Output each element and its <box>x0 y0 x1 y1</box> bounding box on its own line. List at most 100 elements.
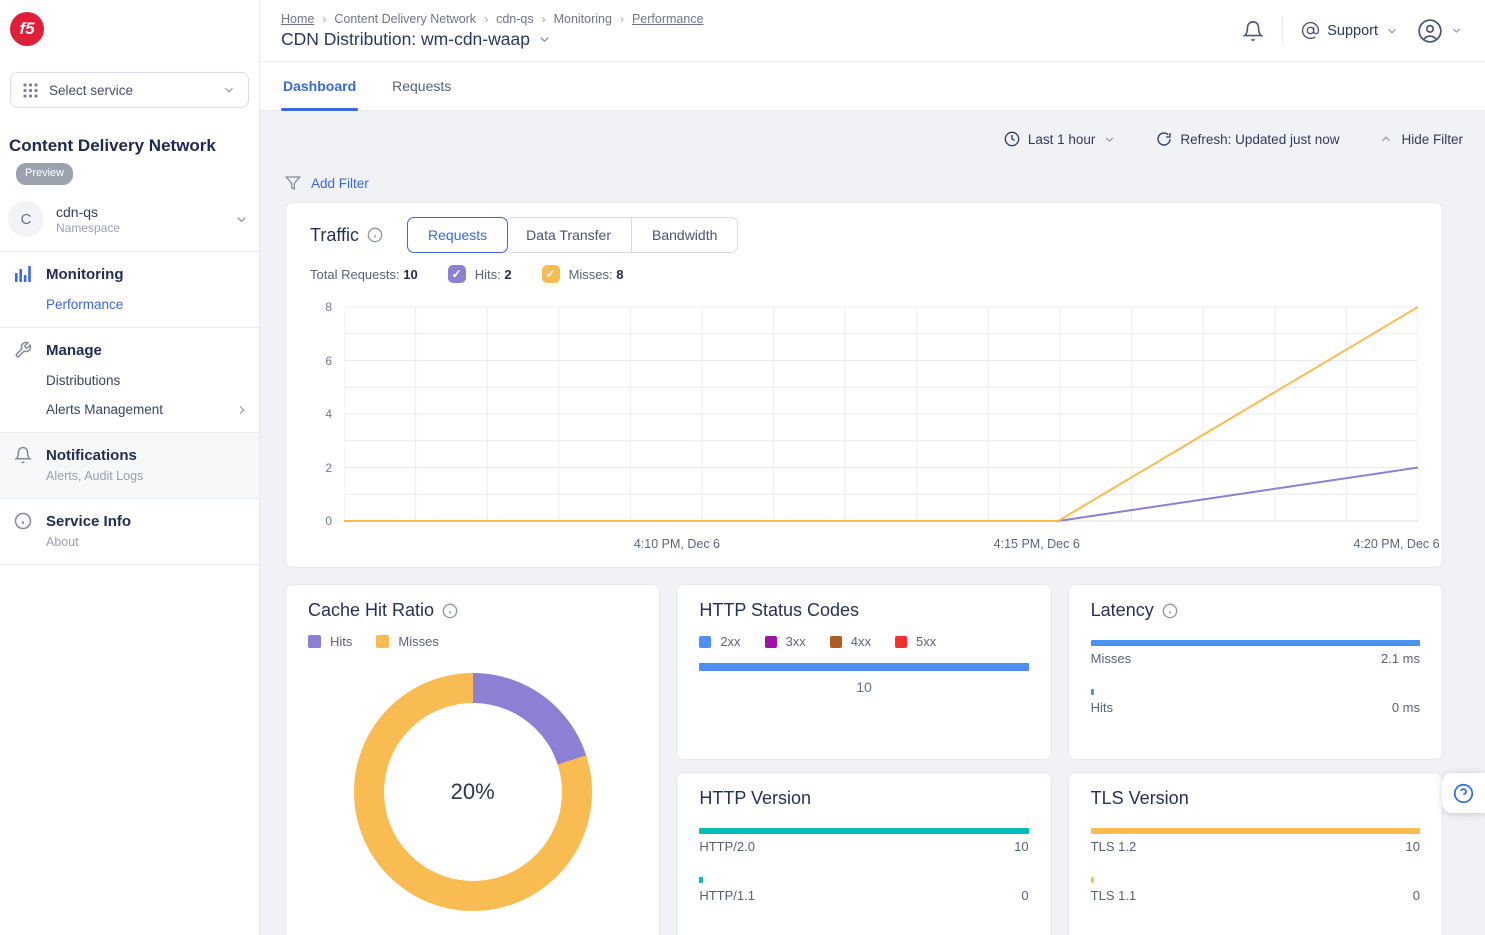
http11-row: HTTP/1.10 <box>699 877 1028 903</box>
3xx-swatch <box>765 636 777 648</box>
tab-dashboard[interactable]: Dashboard <box>281 62 358 110</box>
breadcrumb-performance[interactable]: Performance <box>632 12 704 26</box>
sidebar-item-notifications[interactable]: Notifications Alerts, Audit Logs <box>0 432 259 498</box>
latency-hits-value: 0 ms <box>1392 700 1420 715</box>
traffic-tab-data-transfer[interactable]: Data Transfer <box>506 218 631 252</box>
refresh-button[interactable]: Refresh: Updated just now <box>1156 131 1339 147</box>
total-requests-stat: Total Requests: 10 <box>310 267 418 282</box>
tls-version-card: TLS Version TLS 1.210 TLS 1.10 <box>1068 772 1443 935</box>
cards-area: Traffic Requests Data Transfer Bandwidth… <box>285 202 1443 935</box>
latency-card: Latency Misses2.1 ms Hits0 ms <box>1068 584 1443 760</box>
traffic-chart-x-axis: 4:10 PM, Dec 64:15 PM, Dec 64:20 PM, Dec… <box>344 531 1418 557</box>
refresh-icon <box>1156 131 1172 147</box>
http11-label: HTTP/1.1 <box>699 888 755 903</box>
breadcrumb-home[interactable]: Home <box>281 12 314 26</box>
bar-chart-icon <box>14 265 32 283</box>
tls12-bar <box>1091 828 1420 834</box>
breadcrumb-namespace[interactable]: cdn-qs <box>496 12 534 26</box>
service-selector[interactable]: Select service <box>10 72 249 108</box>
donut-center-label: 20% <box>451 779 495 805</box>
refresh-label: Refresh: Updated just now <box>1180 132 1339 147</box>
sidebar-item-distributions[interactable]: Distributions <box>0 373 259 388</box>
user-account-menu[interactable] <box>1417 18 1463 44</box>
help-button[interactable] <box>1442 773 1485 813</box>
hide-filter-button[interactable]: Hide Filter <box>1379 132 1463 147</box>
legend-3xx-label: 3xx <box>786 634 806 649</box>
http-version-card: HTTP Version HTTP/2.010 HTTP/1.10 <box>676 772 1051 935</box>
misses-toggle[interactable]: Misses: 8 <box>542 265 624 283</box>
traffic-line-chart: 02468 4:10 PM, Dec 64:15 PM, Dec 64:20 P… <box>310 305 1418 557</box>
chevron-up-icon <box>1379 132 1393 146</box>
traffic-tab-bandwidth[interactable]: Bandwidth <box>631 218 737 252</box>
manage-title: Manage <box>46 342 102 359</box>
misses-swatch <box>376 635 389 648</box>
hits-toggle[interactable]: Hits: 2 <box>448 265 512 283</box>
legend-hits[interactable]: Hits <box>308 634 352 649</box>
latency-misses-row: Misses2.1 ms <box>1091 640 1420 666</box>
tab-requests[interactable]: Requests <box>390 62 453 110</box>
notifications-title: Notifications <box>46 447 137 464</box>
time-range-selector[interactable]: Last 1 hour <box>1004 131 1117 147</box>
http2-label: HTTP/2.0 <box>699 839 755 854</box>
y-tick-label: 2 <box>325 461 332 475</box>
latency-hits-bar <box>1091 689 1094 695</box>
add-filter-button[interactable]: Add Filter <box>311 176 369 191</box>
status-codes-total: 10 <box>699 679 1028 695</box>
x-tick-label: 4:10 PM, Dec 6 <box>634 537 720 551</box>
info-icon[interactable] <box>442 603 458 619</box>
tls11-bar <box>1091 877 1094 883</box>
status-codes-bar <box>699 663 1028 671</box>
breadcrumb: Home› Content Delivery Network› cdn-qs› … <box>281 12 704 26</box>
tls11-value: 0 <box>1413 888 1420 903</box>
info-icon[interactable] <box>367 227 383 243</box>
y-tick-label: 0 <box>325 514 332 528</box>
4xx-swatch <box>830 636 842 648</box>
legend-2xx-label: 2xx <box>720 634 740 649</box>
y-tick-label: 4 <box>325 407 332 421</box>
bell-icon <box>14 446 32 464</box>
tls11-row: TLS 1.10 <box>1091 877 1420 903</box>
5xx-swatch <box>895 636 907 648</box>
cache-hit-ratio-donut: 20% <box>354 673 592 911</box>
metric-cards-grid: Cache Hit Ratio Hits Misses 20% <box>285 584 1443 935</box>
main-area: Home› Content Delivery Network› cdn-qs› … <box>260 0 1485 935</box>
namespace-name: cdn-qs <box>56 204 120 222</box>
http2-value: 10 <box>1014 839 1028 854</box>
breadcrumb-monitoring[interactable]: Monitoring <box>554 12 612 26</box>
traffic-metric-switch: Requests Data Transfer Bandwidth <box>407 217 738 253</box>
sidebar-item-performance[interactable]: Performance <box>0 297 259 312</box>
cache-legend: Hits Misses <box>308 634 637 649</box>
traffic-tab-requests[interactable]: Requests <box>407 217 508 253</box>
hits-checkbox[interactable] <box>448 265 466 283</box>
support-menu[interactable]: Support <box>1301 21 1399 40</box>
legend-misses[interactable]: Misses <box>376 634 438 649</box>
misses-checkbox[interactable] <box>542 265 560 283</box>
preview-badge: Preview <box>16 163 73 185</box>
breadcrumb-cdn[interactable]: Content Delivery Network <box>334 12 476 26</box>
sidebar-item-service-info[interactable]: Service Info About <box>0 498 259 565</box>
legend-4xx-label: 4xx <box>851 634 871 649</box>
distribution-title-dropdown[interactable]: CDN Distribution: wm-cdn-waap <box>281 29 704 50</box>
sidebar-item-alerts-management[interactable]: Alerts Management <box>0 402 259 417</box>
traffic-chart-y-axis: 02468 <box>310 305 344 523</box>
http2-row: HTTP/2.0 10 <box>699 828 1028 854</box>
breadcrumb-separator: › <box>620 12 624 26</box>
top-header: Home› Content Delivery Network› cdn-qs› … <box>260 0 1485 62</box>
latency-misses-bar <box>1091 640 1420 646</box>
legend-5xx[interactable]: 5xx <box>895 634 936 649</box>
chevron-down-icon <box>537 32 552 47</box>
legend-2xx[interactable]: 2xx <box>699 634 740 649</box>
chevron-down-icon <box>1385 24 1399 38</box>
add-filter-row: Add Filter <box>285 175 1463 191</box>
time-range-label: Last 1 hour <box>1028 132 1096 147</box>
legend-3xx[interactable]: 3xx <box>765 634 806 649</box>
y-tick-label: 6 <box>325 354 332 368</box>
notifications-bell-icon[interactable] <box>1242 20 1264 42</box>
filter-bar: Last 1 hour Refresh: Updated just now Hi… <box>285 125 1463 153</box>
info-icon <box>14 512 32 530</box>
info-icon[interactable] <box>1162 603 1178 619</box>
namespace-selector[interactable]: C cdn-qs Namespace <box>8 201 249 251</box>
tls-version-title: TLS Version <box>1091 788 1189 809</box>
legend-4xx[interactable]: 4xx <box>830 634 871 649</box>
hits-label: Hits: <box>475 267 501 282</box>
